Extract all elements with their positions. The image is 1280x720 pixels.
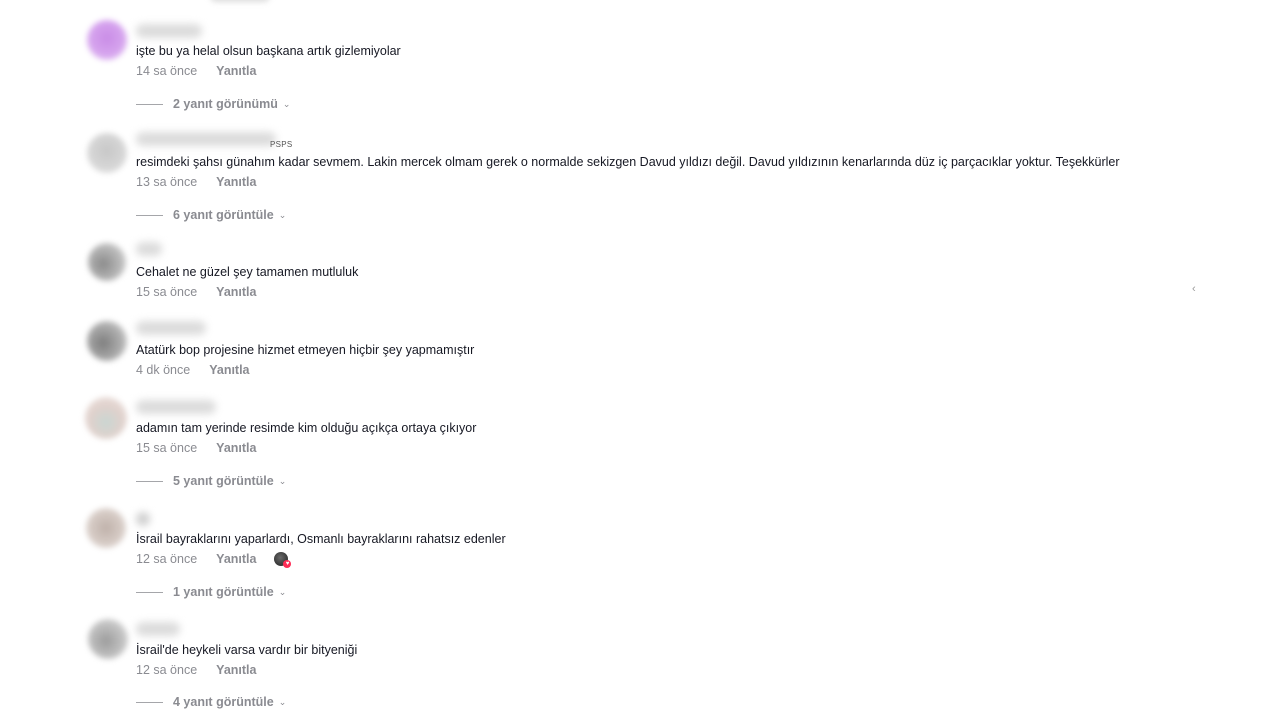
view-replies-label: 2 yanıt görünümü xyxy=(173,97,278,111)
reply-button[interactable]: Yanıtla xyxy=(216,551,256,567)
avatar[interactable] xyxy=(88,243,126,281)
chevron-down-icon: ⌄ xyxy=(278,210,287,220)
reply-button[interactable]: Yanıtla xyxy=(216,63,256,79)
comment-time: 13 sa önce xyxy=(136,175,198,189)
reply-button[interactable]: Yanıtla xyxy=(216,174,256,190)
heart-icon: ♥ xyxy=(283,560,292,568)
divider-line xyxy=(136,215,163,217)
avatar[interactable] xyxy=(86,508,126,548)
comment-text: resimdeki şahsı günahım kadar sevmem. La… xyxy=(136,155,1120,169)
comment-time: 15 sa önce xyxy=(136,441,198,455)
comment-time: 4 dk önce xyxy=(136,363,191,377)
view-replies-button[interactable]: 6 yanıt görüntüle ⌄ xyxy=(136,207,286,224)
comment-time: 12 sa önce xyxy=(136,552,198,566)
username[interactable] xyxy=(136,24,202,38)
comment-meta: 13 sa önce Yanıtla xyxy=(136,174,256,190)
reply-button[interactable]: Yanıtla xyxy=(216,284,256,300)
username[interactable] xyxy=(136,321,206,335)
username[interactable] xyxy=(136,242,162,256)
avatar[interactable] xyxy=(87,133,127,173)
reply-button[interactable]: Yanıtla xyxy=(209,362,249,378)
divider-line xyxy=(136,592,163,594)
comment-text: Atatürk bop projesine hizmet etmeyen hiç… xyxy=(136,343,475,357)
username[interactable] xyxy=(136,132,276,146)
side-marker-glyph: ‹ xyxy=(1192,283,1196,295)
avatar[interactable] xyxy=(85,397,127,439)
username[interactable] xyxy=(136,512,150,526)
divider-line xyxy=(136,481,163,483)
username[interactable] xyxy=(136,400,216,414)
comment-text: işte bu ya helal olsun başkana artık giz… xyxy=(136,44,401,58)
avatar[interactable] xyxy=(87,321,127,361)
username-suffix: PSPS xyxy=(270,140,293,149)
comment-time: 12 sa önce xyxy=(136,663,198,677)
view-replies-label: 6 yanıt görüntüle xyxy=(173,208,274,222)
reply-button[interactable]: Yanıtla xyxy=(216,662,256,678)
divider-line xyxy=(136,104,163,106)
comment-text: adamın tam yerinde resimde kim olduğu aç… xyxy=(136,421,477,435)
comment-text: İsrail'de heykeli varsa vardır bir bitye… xyxy=(136,643,358,657)
divider-line xyxy=(136,702,163,704)
comment-meta: 12 sa önce Yanıtla xyxy=(136,662,256,678)
avatar[interactable] xyxy=(87,20,127,60)
view-replies-button[interactable]: 2 yanıt görünümü ⌄ xyxy=(136,96,290,113)
comment-text: İsrail bayraklarını yaparlardı, Osmanlı … xyxy=(136,532,506,546)
comment-time: 15 sa önce xyxy=(136,285,198,299)
comment-text: Cehalet ne güzel şey tamamen mutluluk xyxy=(136,265,359,279)
chevron-down-icon: ⌄ xyxy=(282,99,291,109)
view-replies-button[interactable]: 1 yanıt görüntüle ⌄ xyxy=(136,584,286,601)
chevron-down-icon: ⌄ xyxy=(278,587,287,597)
view-replies-label: 4 yanıt görüntüle xyxy=(173,695,274,709)
reply-button[interactable]: Yanıtla xyxy=(216,440,256,456)
comment-time: 14 sa önce xyxy=(136,64,198,78)
comment-meta: 14 sa önce Yanıtla xyxy=(136,63,256,79)
comment-meta: 15 sa önce Yanıtla xyxy=(136,440,256,456)
comment-meta: 4 dk önce Yanıtla xyxy=(136,362,250,378)
chevron-down-icon: ⌄ xyxy=(278,697,287,707)
comment-meta: 12 sa önce Yanıtla ♥ xyxy=(136,551,292,568)
comment-meta: 15 sa önce Yanıtla xyxy=(136,284,256,300)
view-replies-label: 1 yanıt görüntüle xyxy=(173,585,274,599)
view-replies-button[interactable]: 4 yanıt görüntüle ⌄ xyxy=(136,694,286,711)
avatar[interactable] xyxy=(88,619,128,659)
creator-liked-avatar-icon: ♥ xyxy=(274,552,292,568)
view-replies-button[interactable]: 5 yanıt görüntüle ⌄ xyxy=(136,473,286,490)
previous-comment-fragment xyxy=(210,0,270,2)
comments-page: işte bu ya helal olsun başkana artık giz… xyxy=(0,0,1280,720)
username[interactable] xyxy=(136,622,180,636)
chevron-down-icon: ⌄ xyxy=(278,476,287,486)
view-replies-label: 5 yanıt görüntüle xyxy=(173,474,274,488)
